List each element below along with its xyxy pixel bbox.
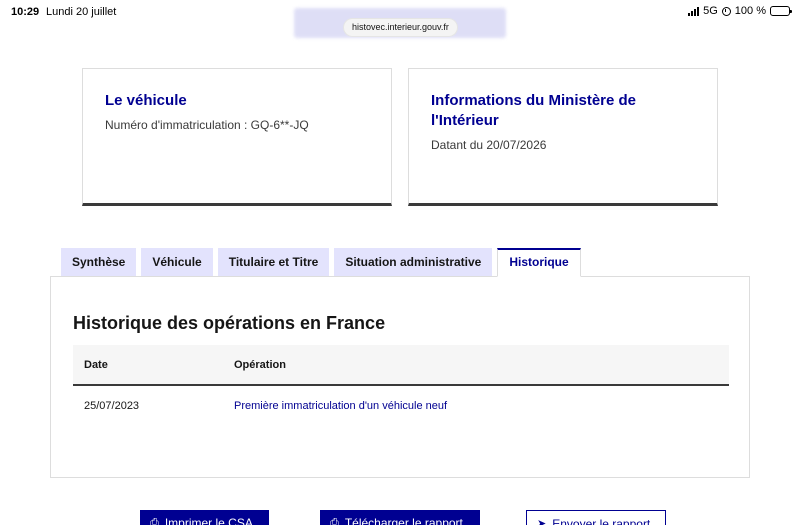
tab-vehicule[interactable]: Véhicule [141, 248, 213, 277]
column-header-date: Date [84, 358, 108, 371]
ministry-card: Informations du Ministère de l'Intérieur… [408, 68, 718, 206]
status-date: Lundi 20 juillet [46, 6, 117, 18]
history-table: Date Opération 25/07/2023 Première immat… [73, 345, 729, 426]
send-report-button[interactable]: ➤ Envoyer le rapport [526, 510, 666, 525]
history-panel: Historique des opérations en France Date… [50, 276, 750, 478]
network-label: 5G [703, 5, 718, 17]
orientation-lock-icon [721, 6, 731, 16]
url-bar[interactable]: histovec.interieur.gouv.fr [344, 19, 457, 36]
download-report-button[interactable]: ⎙ Télécharger le rapport [320, 510, 480, 525]
tab-synthese[interactable]: Synthèse [61, 248, 137, 277]
print-csa-button[interactable]: ⎙ Imprimer le CSA [140, 510, 269, 525]
send-report-label: Envoyer le rapport [552, 517, 651, 525]
table-row: 25/07/2023 Première immatriculation d'un… [73, 386, 729, 426]
vehicle-card: Le véhicule Numéro d'immatriculation : G… [82, 68, 392, 206]
tab-historique[interactable]: Historique [497, 248, 581, 277]
history-title: Historique des opérations en France [73, 313, 386, 333]
tab-bar: Synthèse Véhicule Titulaire et Titre Sit… [61, 248, 581, 277]
battery-label: 100 % [734, 5, 766, 17]
data-date: Datant du 20/07/2026 [431, 138, 547, 152]
tab-situation-administrative[interactable]: Situation administrative [334, 248, 493, 277]
registration-number: Numéro d'immatriculation : GQ-6**-JQ [105, 118, 309, 132]
send-icon: ➤ [537, 518, 547, 525]
column-header-operation: Opération [234, 358, 286, 371]
row-operation-link[interactable]: Première immatriculation d'un véhicule n… [234, 400, 729, 412]
table-header: Date Opération [73, 345, 729, 386]
printer-icon: ⎙ [330, 517, 339, 525]
tab-titulaire-titre[interactable]: Titulaire et Titre [217, 248, 330, 277]
vehicle-card-title: Le véhicule [105, 92, 187, 109]
status-indicators: 5G 100 % [688, 5, 792, 17]
ministry-card-title: Informations du Ministère de l'Intérieur [431, 92, 637, 129]
printer-icon: ⎙ [150, 517, 159, 525]
download-report-label: Télécharger le rapport [344, 516, 463, 525]
battery-icon [770, 6, 792, 16]
signal-icon [688, 6, 700, 16]
status-time: 10:29 [11, 6, 40, 18]
row-date: 25/07/2023 [84, 400, 140, 412]
print-csa-label: Imprimer le CSA [164, 516, 253, 525]
